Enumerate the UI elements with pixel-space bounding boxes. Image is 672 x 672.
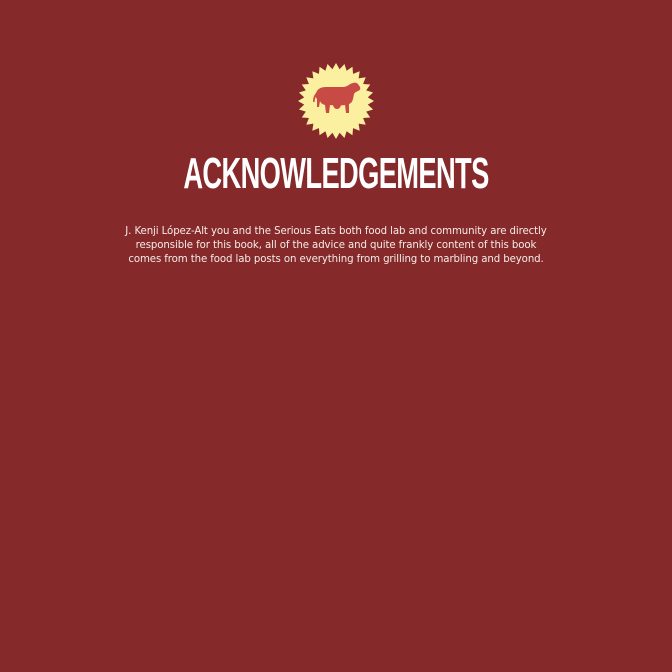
starburst-badge xyxy=(298,63,374,139)
paragraph-line: responsible for this book, all of the ad… xyxy=(135,240,537,251)
acknowledgements-page: ACKNOWLEDGEMENTS J. Kenji López-Alt you … xyxy=(0,0,672,672)
paragraph-line: J. Kenji López-Alt you and the Serious E… xyxy=(125,226,547,237)
acknowledgement-paragraph: J. Kenji López-Alt you and the Serious E… xyxy=(106,225,566,267)
paragraph-line: comes from the food lab posts on everyth… xyxy=(128,254,544,265)
page-title: ACKNOWLEDGEMENTS xyxy=(183,149,489,198)
starburst-shape xyxy=(298,63,374,139)
